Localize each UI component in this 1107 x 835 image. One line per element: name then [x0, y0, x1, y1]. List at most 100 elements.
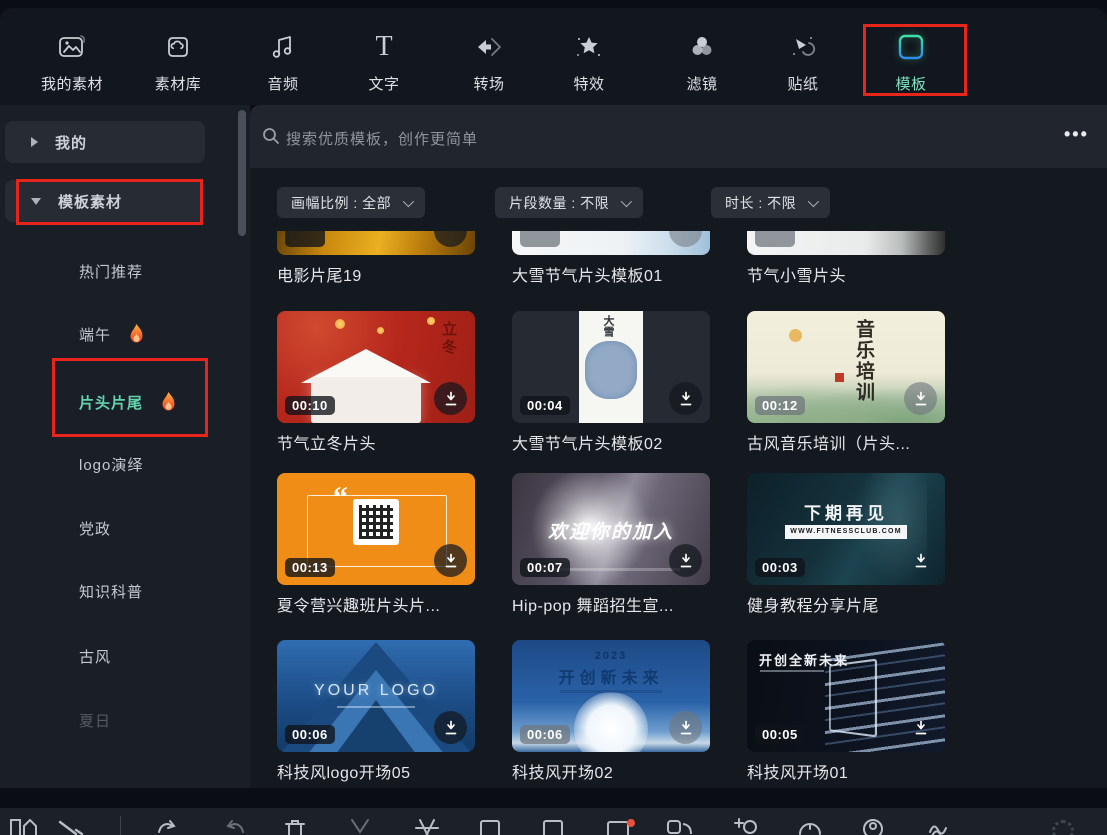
template-card[interactable]: YOUR LOGO 00:06 科技风logo开场05: [277, 640, 475, 783]
tab-templates[interactable]: 模板: [865, 30, 957, 94]
category-label: 古风: [79, 646, 111, 667]
sidebar-item-hot[interactable]: 热门推荐: [79, 261, 143, 282]
template-card[interactable]: 2023 开创新未来 00:06 科技风开场02: [512, 640, 710, 783]
filter-duration[interactable]: 时长 : 不限: [711, 187, 830, 218]
lantern-decor: [377, 327, 384, 334]
download-icon[interactable]: [669, 544, 702, 577]
duration-badge: 00:06: [285, 725, 335, 744]
template-card[interactable]: 节气小雪片头: [747, 231, 945, 286]
template-card[interactable]: 大雪节气片头模板01: [512, 231, 710, 286]
tab-filters[interactable]: 滤镜: [656, 30, 748, 94]
frame-decor: [829, 659, 877, 738]
my-media-icon: [57, 30, 87, 64]
download-icon[interactable]: [434, 544, 467, 577]
chroma-icon[interactable]: [861, 818, 885, 835]
record-icon[interactable]: [10, 818, 38, 835]
tab-text[interactable]: T 文字: [338, 30, 430, 94]
select-tool-icon[interactable]: [58, 818, 84, 835]
filter-aspect-ratio[interactable]: 画幅比例 : 全部: [277, 187, 425, 218]
sidebar-item-summer[interactable]: 夏日: [79, 710, 111, 731]
template-card[interactable]: 电影片尾19: [277, 231, 475, 286]
stock-library-icon: [164, 30, 192, 64]
lantern-decor: [427, 317, 435, 325]
subtitle-decor: [337, 706, 415, 708]
speed-icon[interactable]: [797, 818, 823, 835]
template-card[interactable]: 大雪 00:04 大雪节气片头模板02: [512, 311, 710, 454]
template-thumbnail: [747, 231, 945, 255]
audio-wave-icon[interactable]: [928, 818, 952, 835]
mark-icon[interactable]: [350, 818, 370, 835]
undo-icon[interactable]: [156, 818, 178, 835]
seal-decor: [835, 373, 844, 382]
sidebar-item-science[interactable]: 知识科普: [79, 581, 143, 602]
template-title: 夏令营兴趣班片头片...: [277, 592, 475, 616]
template-card[interactable]: 开创全新未来 00:05 科技风开场01: [747, 640, 945, 783]
template-row: 电影片尾19 大雪节气片头模板01 节气小雪片头: [277, 231, 945, 286]
crop-icon[interactable]: [478, 818, 502, 835]
download-icon[interactable]: [669, 711, 702, 744]
template-title: 科技风开场01: [747, 759, 945, 783]
template-thumbnail: 大雪 00:04: [512, 311, 710, 423]
download-icon[interactable]: [904, 711, 937, 744]
sidebar-item-intro-outro[interactable]: 片头片尾: [79, 391, 178, 413]
chevron-down-icon: [808, 195, 819, 206]
filter-clip-count[interactable]: 片段数量 : 不限: [495, 187, 643, 218]
tab-effects[interactable]: 特效: [543, 30, 635, 94]
sidebar-item-party[interactable]: 党政: [79, 518, 111, 539]
template-card[interactable]: 音乐培训 00:12 古风音乐培训（片头...: [747, 311, 945, 454]
duration-badge: [285, 231, 325, 247]
sidebar-item-duanwu[interactable]: 端午: [79, 323, 146, 345]
tab-label: 素材库: [155, 73, 202, 94]
chevron-down-icon: [621, 195, 632, 206]
download-icon[interactable]: [669, 231, 702, 247]
template-card[interactable]: 欢迎你的加入 00:07 Hip-pop 舞蹈招生宣...: [512, 473, 710, 616]
tab-transition[interactable]: 转场: [443, 30, 535, 94]
tab-audio[interactable]: 音频: [237, 30, 329, 94]
download-icon[interactable]: [434, 711, 467, 744]
template-grid: 电影片尾19 大雪节气片头模板01 节气小雪片头: [250, 231, 1107, 788]
template-thumbnail: 下期再见 WWW.FITNESSCLUB.COM 00:03: [747, 473, 945, 585]
sun-decor: [789, 329, 802, 342]
thumbnail-art-text: 立冬: [438, 321, 459, 357]
sidebar-group-mine[interactable]: 我的: [5, 121, 205, 163]
toolbar-divider: [120, 816, 121, 835]
download-icon[interactable]: [904, 382, 937, 415]
delete-icon[interactable]: [284, 818, 306, 835]
add-person-icon[interactable]: [731, 818, 759, 835]
sidebar-scrollbar[interactable]: [238, 110, 246, 236]
download-icon[interactable]: [434, 231, 467, 247]
sidebar-group-template-assets[interactable]: 模板素材: [5, 180, 205, 222]
template-card[interactable]: 下期再见 WWW.FITNESSCLUB.COM 00:03 健身教程分享片尾: [747, 473, 945, 616]
stickers-icon: [788, 30, 818, 64]
redo-icon[interactable]: [224, 818, 246, 835]
download-icon[interactable]: [434, 382, 467, 415]
sidebar-item-logo[interactable]: logo演绎: [79, 454, 143, 475]
download-icon[interactable]: [669, 382, 702, 415]
mirror-icon[interactable]: [666, 818, 694, 835]
group-label: 我的: [55, 132, 87, 153]
download-icon[interactable]: [904, 544, 937, 577]
tab-label: 贴纸: [787, 73, 818, 94]
duration-badge: 00:04: [520, 396, 570, 415]
more-options-button[interactable]: •••: [1064, 124, 1089, 145]
tab-my-media[interactable]: 我的素材: [26, 30, 118, 94]
category-label: logo演绎: [79, 454, 143, 475]
duration-badge: 00:05: [755, 725, 805, 744]
template-title: 节气小雪片头: [747, 262, 945, 286]
sidebar-item-ancient[interactable]: 古风: [79, 646, 111, 667]
templates-icon: [896, 30, 926, 64]
template-card[interactable]: 立冬 00:10 节气立冬片头: [277, 311, 475, 454]
template-title: 节气立冬片头: [277, 430, 475, 454]
duration-badge: 00:06: [520, 725, 570, 744]
tab-stock-library[interactable]: 素材库: [132, 30, 224, 94]
template-title: Hip-pop 舞蹈招生宣...: [512, 592, 710, 616]
snapshot-icon[interactable]: [541, 818, 565, 835]
split-icon[interactable]: [414, 818, 440, 835]
template-card[interactable]: “ 00:13 夏令营兴趣班片头片...: [277, 473, 475, 616]
chevron-down-icon: [403, 195, 414, 206]
thumbnail-art-text: 下期再见: [747, 499, 945, 524]
fire-icon: [159, 391, 178, 413]
top-toolbar: 我的素材 素材库 音频 T 文字: [0, 8, 1107, 105]
tab-stickers[interactable]: 贴纸: [757, 30, 849, 94]
duration-badge: 00:07: [520, 558, 570, 577]
